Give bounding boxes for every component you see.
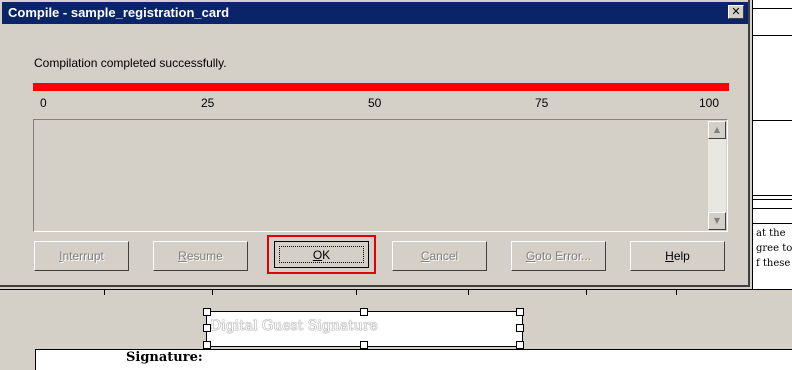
goto-error-button[interactable]: Goto Error... [511,241,606,271]
interrupt-button[interactable]: Interrupt [34,241,129,271]
doc-divider [0,289,792,290]
resize-handle[interactable] [516,324,524,332]
progress-tick-label: 25 [201,96,215,110]
doc-line [753,8,792,9]
resize-handle[interactable] [360,308,368,316]
progress-tick-label: 0 [40,96,47,110]
progress-tick-label: 50 [368,96,382,110]
button-accelerator: C [420,249,430,263]
scroll-up-icon[interactable]: ▲ [708,121,726,139]
ruler-tick [468,290,469,295]
ruler-tick [676,290,677,295]
progress-fill [33,83,729,91]
ruler-tick [586,290,587,295]
doc-side-text: gree to [756,243,792,254]
button-label: oto Error... [535,249,592,263]
signature-table: Signature: [35,349,792,370]
resize-handle[interactable] [360,341,368,349]
output-log[interactable]: ▲ ▼ [33,119,728,232]
help-button[interactable]: Help [630,241,725,271]
ok-button[interactable]: OK [274,241,369,268]
scroll-down-icon[interactable]: ▼ [708,212,726,230]
ruler-tick [212,290,213,295]
button-label: esume [186,249,223,263]
progress-tick-label: 75 [535,96,549,110]
dialog-title: Compile - sample_registration_card [8,5,230,20]
progress-tick-label: 100 [699,96,720,110]
resize-handle[interactable] [516,341,524,349]
dialog-title-bar[interactable]: Compile - sample_registration_card ✕ [2,2,748,24]
button-label: ancel [429,249,459,263]
resize-handle[interactable] [203,324,211,332]
resize-handle[interactable] [203,308,211,316]
doc-line [753,208,792,209]
doc-line [753,199,792,200]
doc-line [753,120,792,121]
doc-line [753,223,792,224]
signature-table-label: Signature: [126,350,203,365]
button-label: elp [673,249,690,263]
signature-field-label: Digital Guest Signature [210,318,378,334]
ruler-tick [104,290,105,295]
button-accelerator: R [178,249,187,263]
button-accelerator: G [525,249,536,263]
cancel-button[interactable]: Cancel [392,241,487,271]
doc-line [753,195,792,196]
doc-side-text: f these [756,258,791,269]
doc-line [753,35,792,36]
ruler-tick [356,290,357,295]
button-label: nterrupt [62,249,104,263]
progress-bar [33,83,729,91]
focus-rect [279,246,364,263]
status-message: Compilation completed successfully. [34,56,227,70]
resize-handle[interactable] [516,308,524,316]
resume-button[interactable]: Resume [153,241,248,271]
vertical-scrollbar[interactable]: ▲ ▼ [708,121,726,230]
resize-handle[interactable] [203,341,211,349]
close-icon[interactable]: ✕ [728,5,744,19]
compile-dialog: Compile - sample_registration_card ✕ Com… [0,0,750,287]
button-accelerator: H [665,249,674,263]
doc-side-text: at the [756,228,786,239]
